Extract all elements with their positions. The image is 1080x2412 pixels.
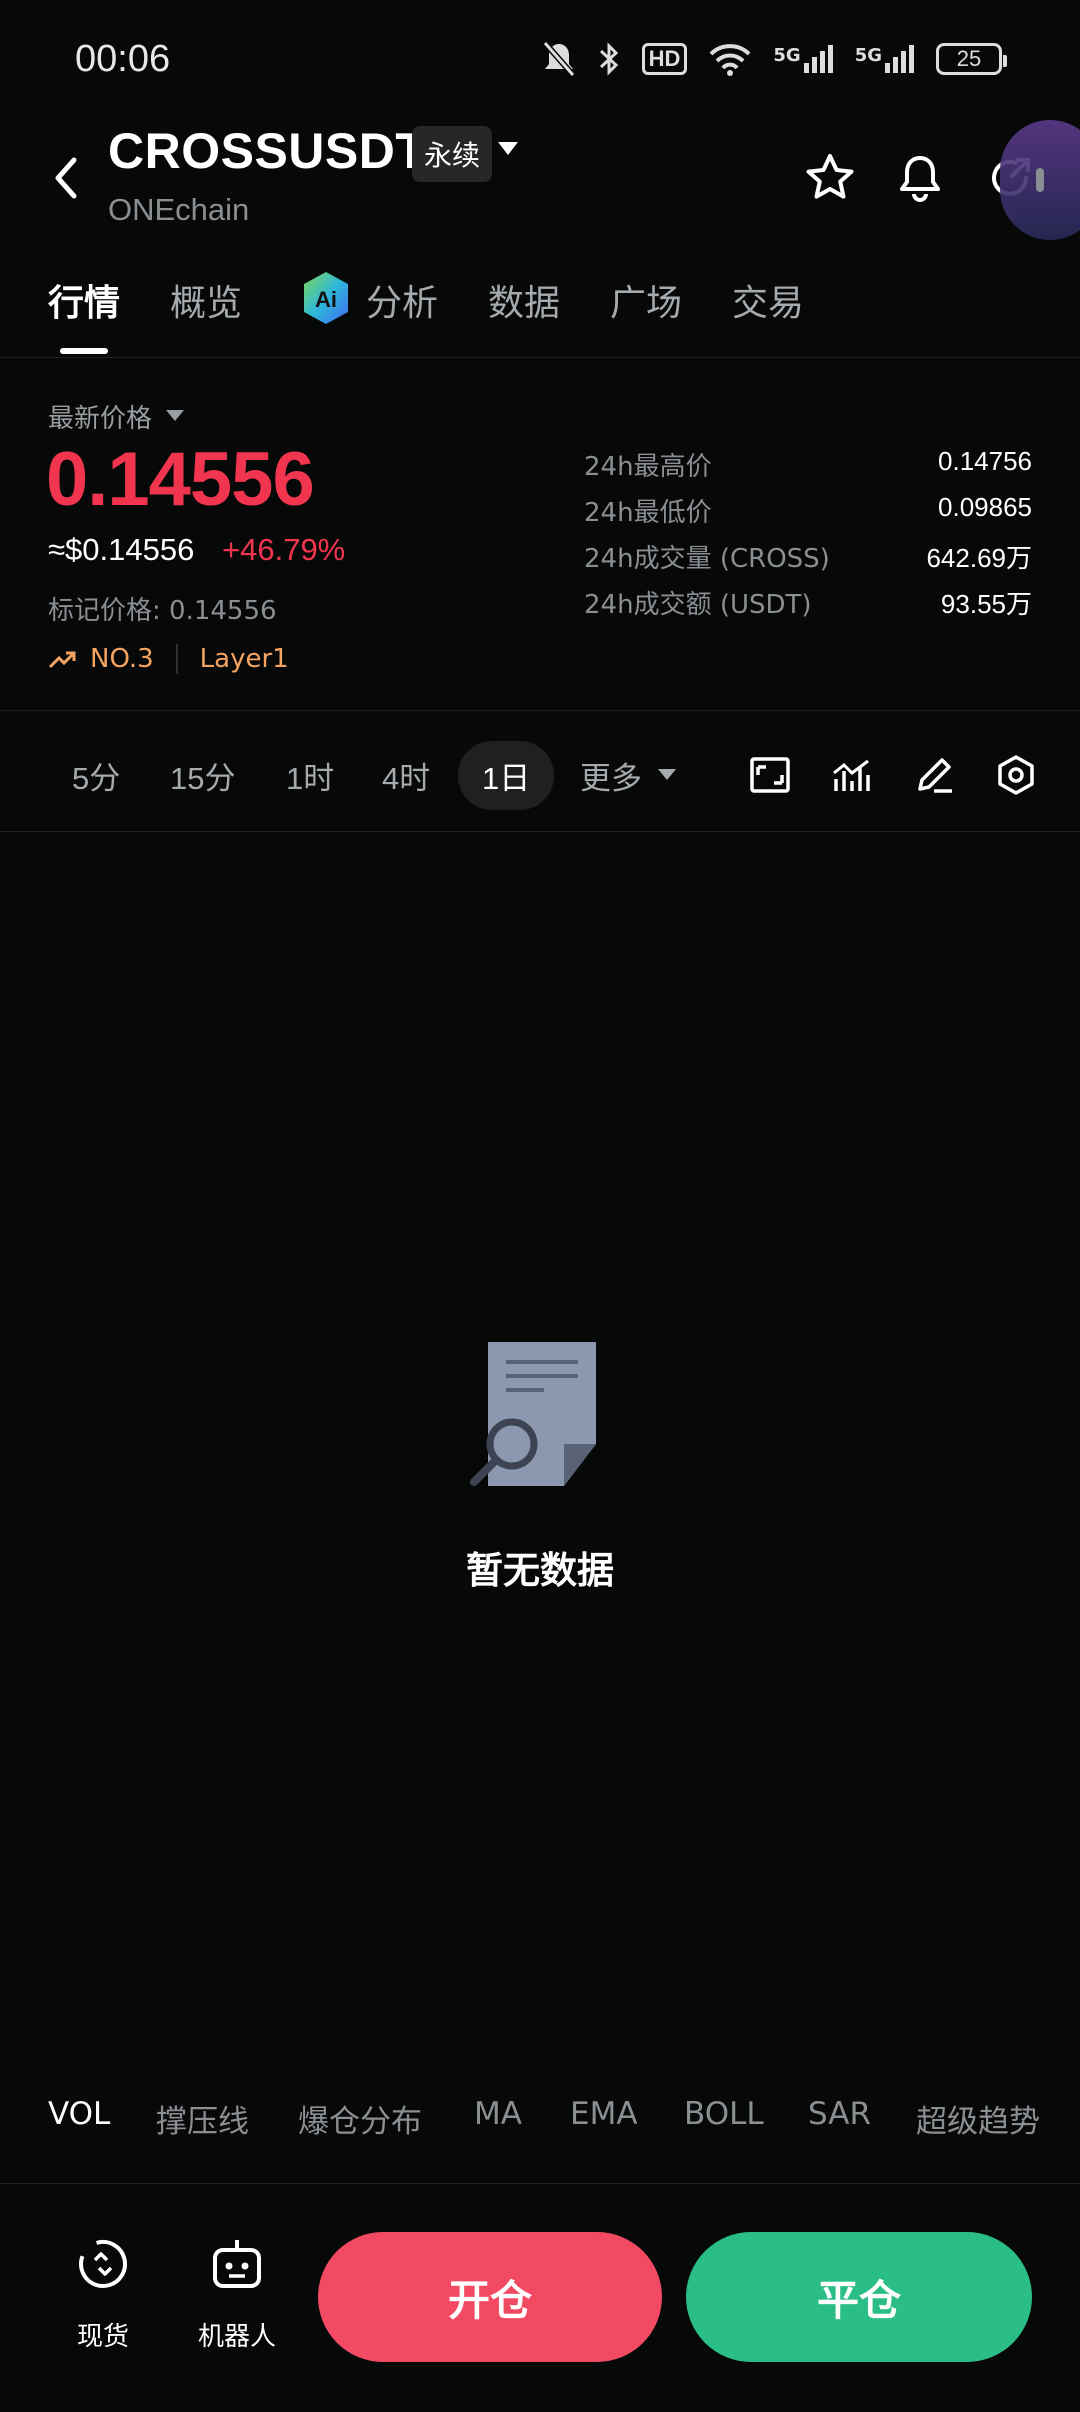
fullscreen-chart-icon[interactable] [748,753,792,797]
stat-value: 93.55万 [940,589,1032,619]
stat-label: 24h最高价 [584,452,712,482]
stat-value: 0.14756 [938,446,1032,476]
stat-row: 24h成交额 (USDT) 93.55万 [584,584,1032,630]
empty-state-text: 暂无数据 [466,1549,614,1592]
status-time: 00:06 [75,38,171,80]
divider [175,644,178,674]
interval-more[interactable]: 更多 [580,753,642,798]
tab-square[interactable]: 广场 [610,274,682,326]
stat-label: 24h最低价 [584,498,712,528]
indicator-vol[interactable]: VOL [48,2096,110,2132]
star-icon[interactable] [802,150,858,206]
active-tab-indicator [60,348,108,354]
stat-label: 24h成交量 (CROSS) [584,544,830,574]
rank-row: NO.3 Layer1 [48,644,289,674]
stat-row: 24h最高价 0.14756 [584,446,1032,492]
floating-assistant-bubble[interactable] [1000,120,1080,240]
sector-label[interactable]: Layer1 [200,644,289,674]
interval-bar: 5分 15分 1时 4时 1日 更多 [0,710,1080,832]
spot-button[interactable]: 现货 [58,2226,148,2356]
indicator-support-resistance[interactable]: 撑压线 [156,2096,249,2141]
spot-swap-icon [79,2240,127,2288]
interval-1h[interactable]: 1时 [286,753,334,798]
tab-analysis[interactable]: 分析 [366,274,438,326]
bot-button[interactable]: 机器人 [192,2226,282,2356]
indicator-liquidation[interactable]: 爆仓分布 [298,2096,422,2141]
stat-value: 0.09865 [938,492,1032,522]
wifi-icon [709,44,751,76]
interval-4h[interactable]: 4时 [382,753,430,798]
open-position-button[interactable]: 开仓 [318,2232,662,2362]
rank-label[interactable]: NO.3 [90,644,154,674]
interval-1d[interactable]: 1日 [458,741,555,810]
hd-badge: HD [641,43,688,75]
signal-5g-1: 5G [773,45,833,73]
robot-icon [213,2240,261,2288]
pair-dropdown-caret-icon[interactable] [498,142,518,155]
indicator-tabs: VOL 撑压线 爆仓分布 MA EMA BOLL SAR 超级趋势 [0,2088,1080,2184]
indicator-chart-icon[interactable] [830,753,874,797]
empty-document-icon [470,1342,596,1486]
stats-panel: 24h最高价 0.14756 24h最低价 0.09865 24h成交量 (CROS… [584,446,1032,630]
ai-icon: Ai [304,272,348,324]
bot-label: 机器人 [197,2322,276,2352]
close-position-button[interactable]: 平仓 [686,2232,1032,2362]
bell-icon[interactable] [892,150,948,206]
pair-title[interactable]: CROSSUSDT [108,122,426,180]
last-price: 0.14556 [46,437,315,522]
status-bar: 00:06 HD 5G 5G 25 [0,0,1080,120]
tab-overview[interactable]: 概览 [170,274,242,326]
latest-price-label[interactable]: 最新价格 [48,398,152,435]
signal-5g-2: 5G [855,45,914,73]
tab-market[interactable]: 行情 [48,274,120,326]
chain-name: ONEchain [108,192,250,227]
tab-trade[interactable]: 交易 [732,274,804,326]
more-caret-icon[interactable] [658,769,676,780]
stat-label: 24h成交额 (USDT) [584,590,812,620]
stat-row: 24h成交量 (CROSS) 642.69万 [584,538,1032,584]
stat-value: 642.69万 [926,543,1032,573]
svg-text:Ai: Ai [315,287,337,312]
mark-price: 标记价格: 0.14556 [48,596,277,626]
indicator-sar[interactable]: SAR [808,2096,871,2132]
bluetooth-icon [599,42,618,76]
status-icons: HD 5G 5G 25 [542,40,1007,78]
indicator-ema[interactable]: EMA [570,2096,638,2132]
header: CROSSUSDT 永续 ONEchain [0,120,1080,250]
tab-data[interactable]: 数据 [488,274,560,326]
draw-pen-icon[interactable] [912,753,956,797]
settings-hexagon-icon[interactable] [994,753,1038,797]
indicator-ma[interactable]: MA [474,2096,522,2132]
usd-price: ≈$0.14556 [48,532,195,567]
indicator-boll[interactable]: BOLL [684,2096,764,2132]
interval-5m[interactable]: 5分 [72,753,120,798]
interval-15m[interactable]: 15分 [170,753,235,798]
main-tabs: 行情 概览 Ai 分析 数据 广场 交易 [0,262,1080,358]
trending-up-icon [48,651,76,669]
back-arrow-icon[interactable] [46,148,86,208]
spot-label: 现货 [76,2322,129,2352]
contract-type-tag[interactable]: 永续 [412,126,493,182]
battery-indicator: 25 [936,43,1007,75]
stat-row: 24h最低价 0.09865 [584,492,1032,538]
mute-bell-icon [542,41,575,77]
price-change-percent: +46.79% [222,532,346,567]
indicator-supertrend[interactable]: 超级趋势 [916,2096,1040,2141]
price-type-caret-icon[interactable] [166,410,184,421]
